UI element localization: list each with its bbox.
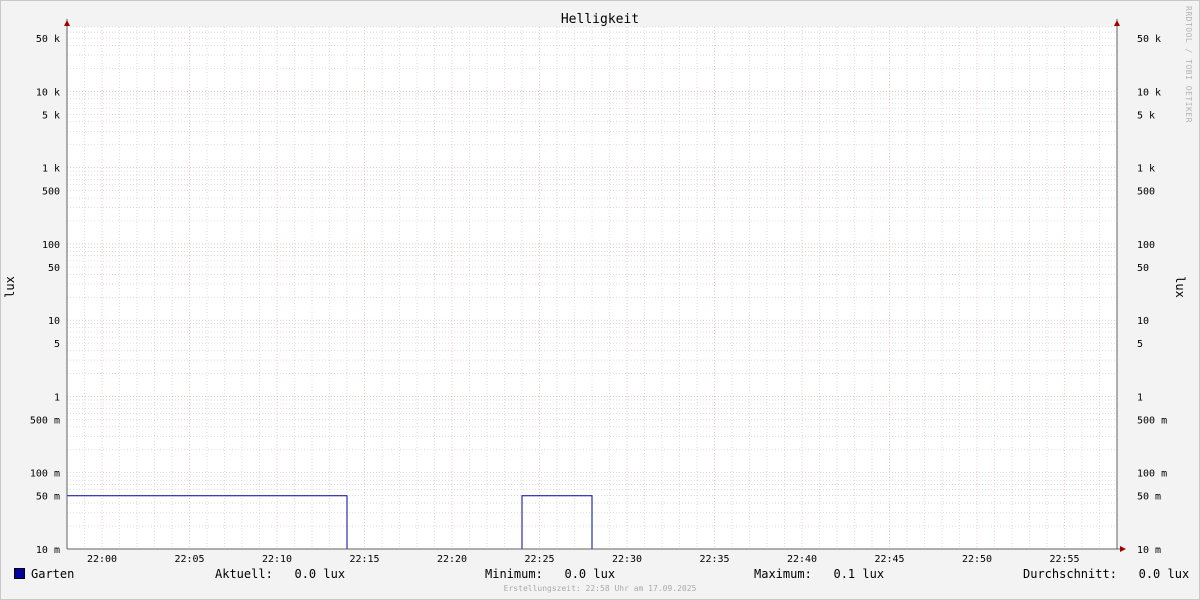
y-tick-label-left: 500 m: [30, 415, 60, 426]
legend-minimum: Minimum: 0.0 lux: [485, 567, 616, 581]
y-tick-label-left: 10 k: [36, 87, 60, 98]
legend-series-name: Garten: [31, 567, 75, 581]
legend-average: Durchschnitt: 0.0 lux: [1023, 567, 1190, 581]
y-axis-label-left: lux: [3, 276, 17, 298]
y-axis-left-arrow: [64, 20, 70, 26]
y-tick-label-left: 50 m: [36, 492, 60, 503]
y-tick-label-right: 100 m: [1137, 469, 1167, 480]
y-tick-label-right: 10 k: [1137, 87, 1161, 98]
legend-maximum: Maximum: 0.1 lux: [754, 567, 885, 581]
y-tick-label-right: 10: [1137, 316, 1149, 327]
rrdtool-watermark: RRDTOOL / TOBI OETIKER: [1184, 6, 1193, 123]
y-axis-label-right: lux: [1173, 276, 1187, 298]
y-tick-label-right: 5: [1137, 339, 1143, 350]
y-tick-label-right: 10 m: [1137, 545, 1161, 556]
x-tick-label: 22:00: [87, 554, 117, 565]
y-tick-label-right: 5 k: [1137, 110, 1155, 121]
y-tick-label-left: 500: [42, 187, 60, 198]
y-tick-label-left: 10: [48, 316, 60, 327]
x-tick-label: 22:25: [524, 554, 554, 565]
y-tick-label-right: 50 k: [1137, 34, 1161, 45]
x-tick-label: 22:50: [962, 554, 992, 565]
y-tick-label-left: 1 k: [42, 164, 60, 175]
y-tick-label-left: 10 m: [36, 545, 60, 556]
y-tick-label-left: 5 k: [42, 110, 60, 121]
y-tick-label-left: 100 m: [30, 469, 60, 480]
x-tick-label: 22:55: [1049, 554, 1079, 565]
y-tick-label-right: 1: [1137, 392, 1143, 403]
y-tick-label-left: 1: [54, 392, 60, 403]
x-axis-arrow: [1120, 546, 1126, 552]
y-axis-right-arrow: [1114, 20, 1120, 26]
y-tick-label-right: 500: [1137, 187, 1155, 198]
legend-series: Garten: [14, 567, 74, 581]
chart-title: Helligkeit: [561, 12, 639, 27]
y-tick-label-right: 500 m: [1137, 415, 1167, 426]
x-tick-label: 22:30: [612, 554, 642, 565]
y-tick-label-left: 50: [48, 263, 60, 274]
x-tick-label: 22:40: [787, 554, 817, 565]
y-tick-label-right: 50 m: [1137, 492, 1161, 503]
y-tick-label-left: 100: [42, 240, 60, 251]
x-tick-label: 22:35: [699, 554, 729, 565]
legend-current: Aktuell: 0.0 lux: [215, 567, 346, 581]
x-tick-label: 22:15: [349, 554, 379, 565]
y-tick-label-right: 50: [1137, 263, 1149, 274]
x-tick-label: 22:10: [262, 554, 292, 565]
y-tick-label-left: 5: [54, 339, 60, 350]
y-tick-label-right: 1 k: [1137, 164, 1155, 175]
x-tick-label: 22:45: [874, 554, 904, 565]
legend-swatch: [14, 568, 25, 579]
chart: 10 m 10 m 50 m 50 m 100 m 100 m 500 m 500 m 1 1 5 5…: [3, 12, 1187, 565]
footer-timestamp: Erstellungszeit: 22:58 Uhr am 17.09.2025: [503, 584, 697, 593]
x-tick-label: 22:05: [174, 554, 204, 565]
y-tick-label-left: 50 k: [36, 34, 60, 45]
x-tick-label: 22:20: [437, 554, 467, 565]
y-tick-label-right: 100: [1137, 240, 1155, 251]
